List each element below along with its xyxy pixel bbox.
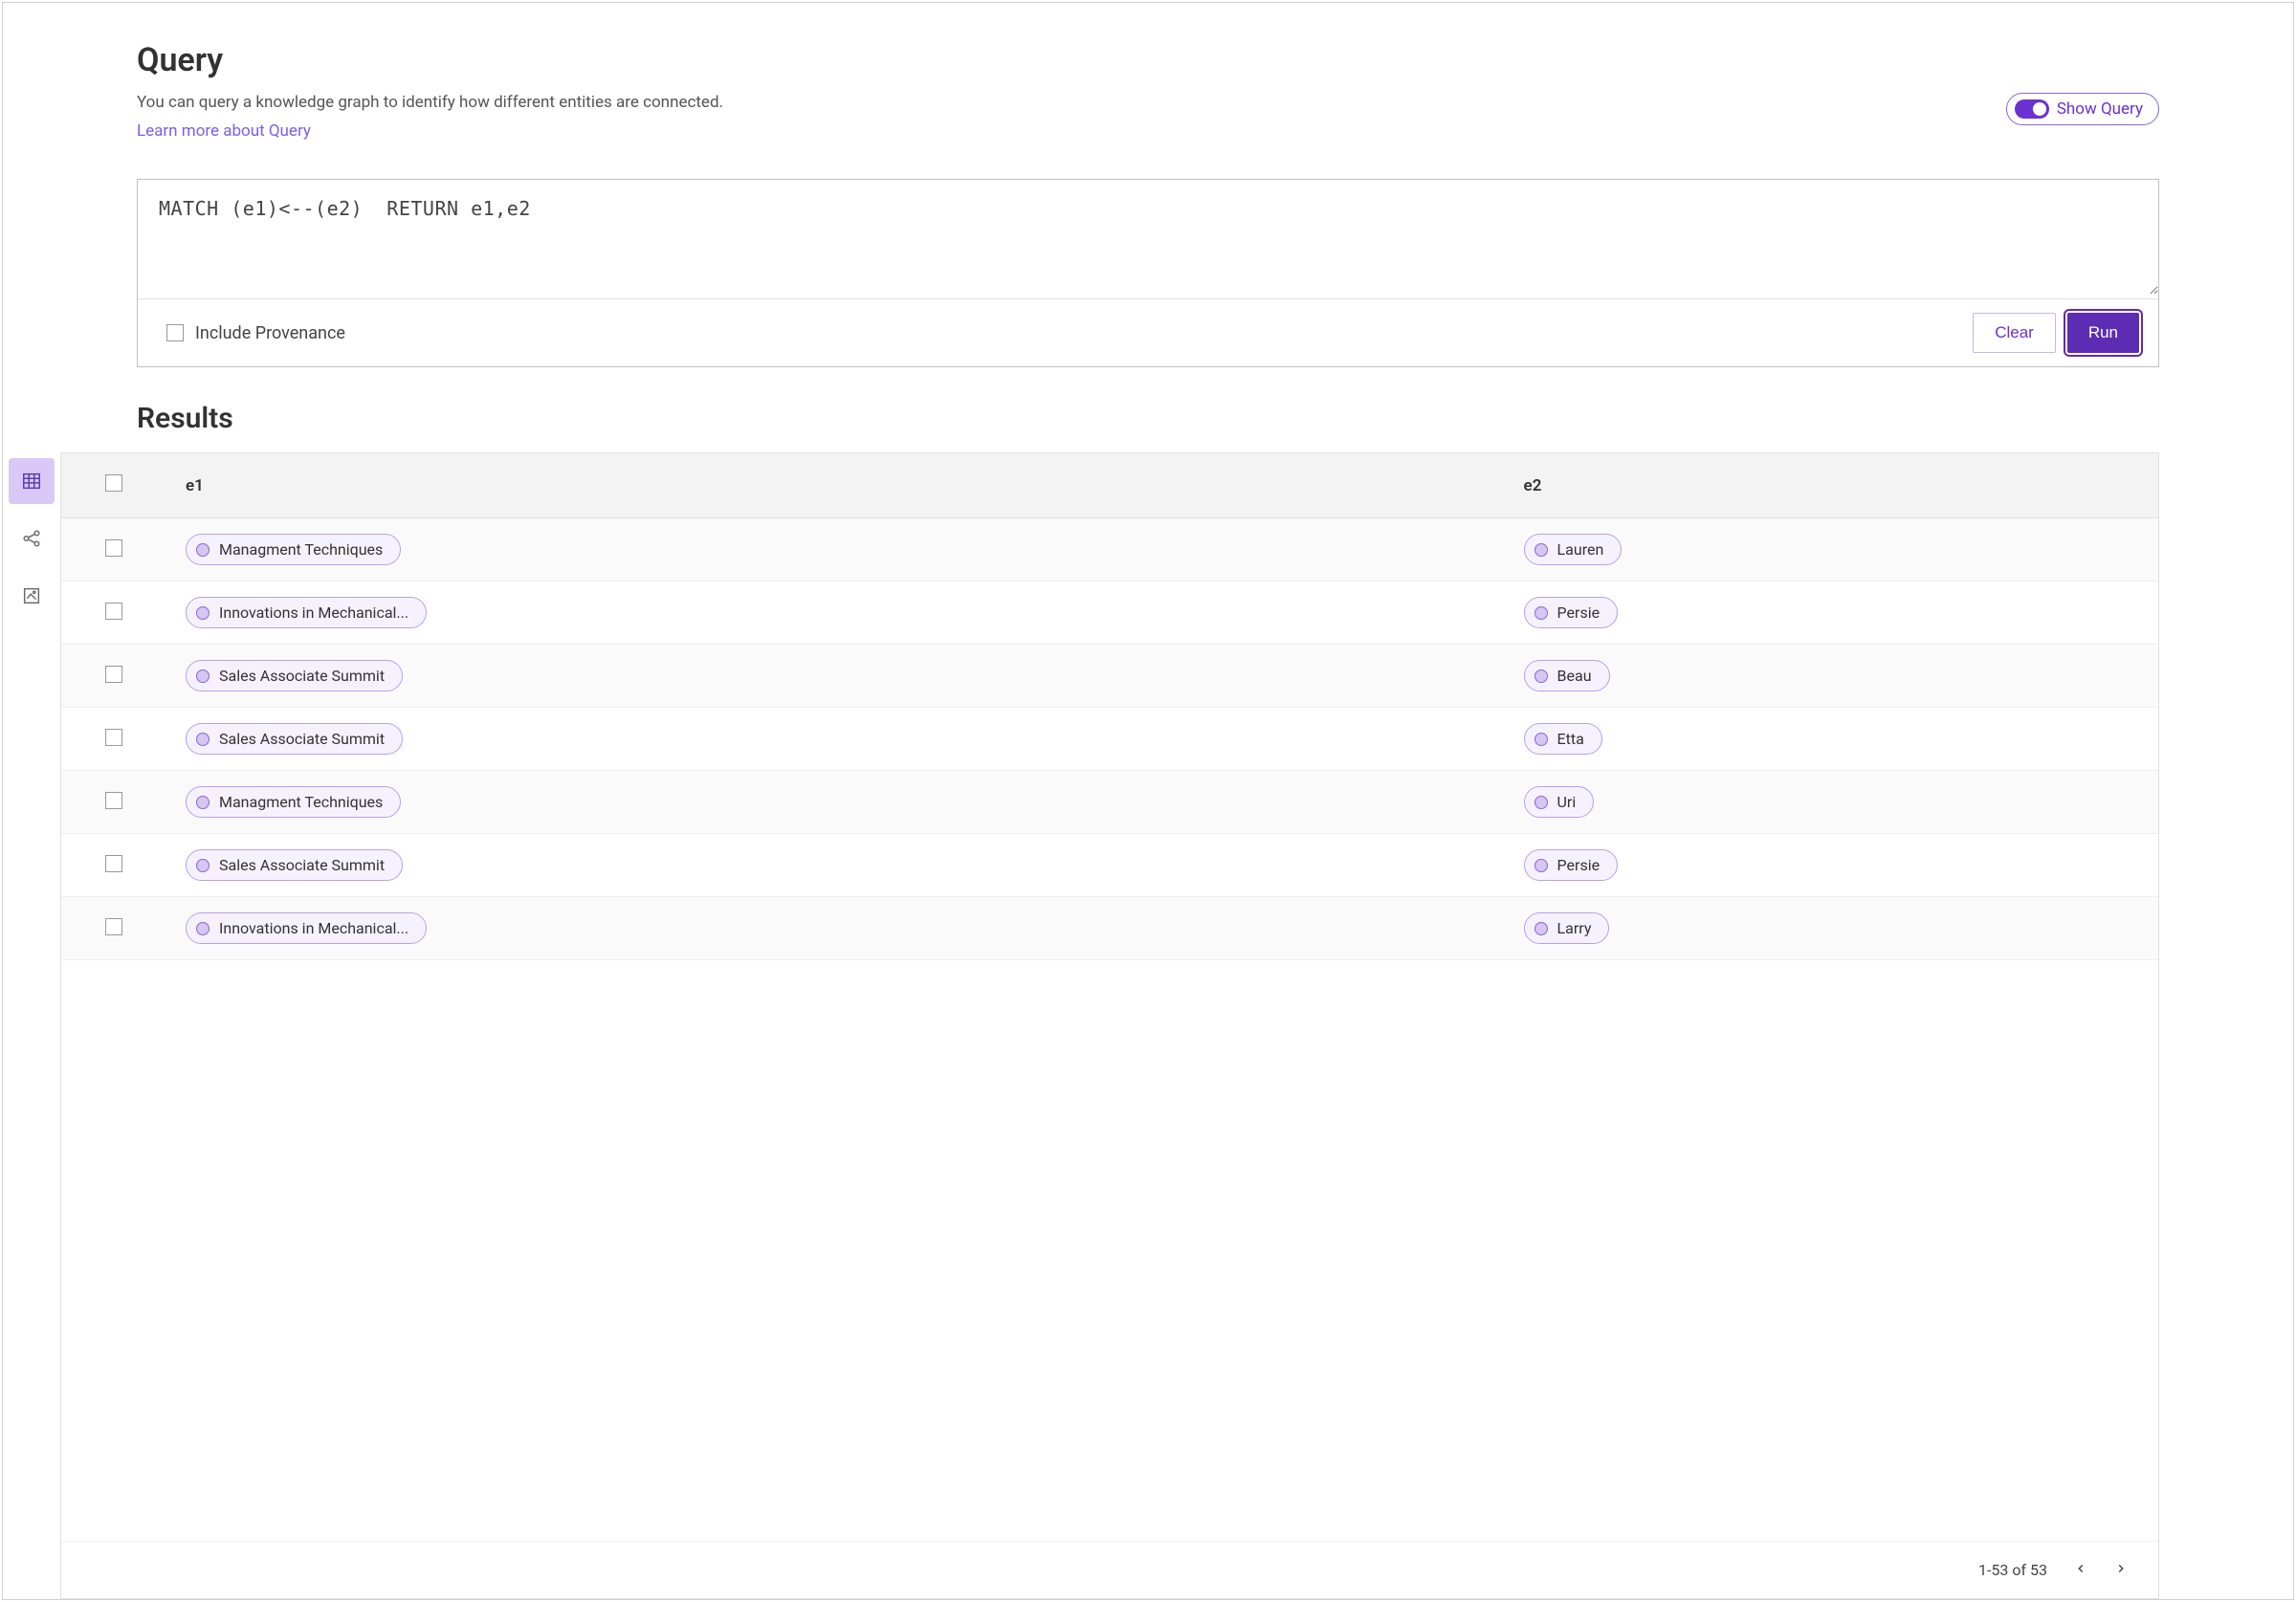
- run-button[interactable]: Run: [2067, 313, 2139, 353]
- chevron-right-icon: [2114, 1562, 2128, 1575]
- entity-pill-label: Sales Associate Summit: [219, 730, 385, 748]
- entity-pill-label: Sales Associate Summit: [219, 667, 385, 685]
- entity-dot-icon: [196, 859, 210, 872]
- entity-pill-label: Beau: [1557, 667, 1592, 685]
- pager-prev[interactable]: [2074, 1561, 2087, 1579]
- table-row: Managment Techniques Lauren: [61, 518, 2158, 582]
- entity-pill-label: Persie: [1557, 856, 1601, 874]
- select-all-checkbox[interactable]: [105, 474, 122, 492]
- entity-pill[interactable]: Managment Techniques: [186, 534, 401, 565]
- entity-pill-label: Etta: [1557, 730, 1584, 748]
- query-box: Include Provenance Clear Run: [137, 179, 2159, 367]
- query-input[interactable]: [138, 180, 2158, 295]
- column-header-e2[interactable]: e2: [1505, 453, 2158, 518]
- row-checkbox[interactable]: [105, 918, 122, 935]
- entity-pill[interactable]: Managment Techniques: [186, 786, 401, 818]
- results-pager: 1-53 of 53: [61, 1541, 2158, 1598]
- preview-icon: [21, 585, 42, 606]
- table-row: Sales Associate Summit Etta: [61, 708, 2158, 771]
- entity-pill-label: Innovations in Mechanical...: [219, 603, 408, 622]
- entity-pill-label: Managment Techniques: [219, 793, 383, 811]
- include-provenance-checkbox[interactable]: Include Provenance: [166, 323, 345, 343]
- pager-next[interactable]: [2114, 1561, 2128, 1579]
- sidebar-view-preview[interactable]: [9, 573, 55, 619]
- chevron-left-icon: [2074, 1562, 2087, 1575]
- view-mode-sidebar: [3, 452, 60, 1599]
- sidebar-view-table[interactable]: [9, 458, 55, 504]
- graph-icon: [21, 528, 42, 549]
- entity-dot-icon: [196, 669, 210, 683]
- checkbox-icon: [166, 324, 184, 341]
- row-checkbox[interactable]: [105, 666, 122, 683]
- entity-pill-label: Lauren: [1557, 540, 1604, 559]
- entity-dot-icon: [1534, 796, 1548, 809]
- row-checkbox[interactable]: [105, 539, 122, 557]
- entity-pill[interactable]: Uri: [1524, 786, 1595, 818]
- clear-button[interactable]: Clear: [1973, 313, 2056, 353]
- entity-pill[interactable]: Sales Associate Summit: [186, 849, 403, 881]
- entity-pill[interactable]: Larry: [1524, 912, 1610, 944]
- learn-more-link[interactable]: Learn more about Query: [137, 121, 311, 141]
- column-header-e1[interactable]: e1: [166, 453, 1505, 518]
- entity-pill[interactable]: Etta: [1524, 723, 1602, 755]
- page-subtitle: You can query a knowledge graph to ident…: [137, 93, 2006, 112]
- entity-pill[interactable]: Sales Associate Summit: [186, 723, 403, 755]
- entity-dot-icon: [1534, 606, 1548, 620]
- results-title: Results: [137, 402, 2159, 435]
- row-checkbox[interactable]: [105, 792, 122, 809]
- table-row: Innovations in Mechanical... Larry: [61, 897, 2158, 960]
- entity-pill-label: Uri: [1557, 793, 1577, 811]
- entity-pill[interactable]: Innovations in Mechanical...: [186, 597, 427, 628]
- entity-pill-label: Persie: [1557, 603, 1601, 622]
- entity-pill-label: Managment Techniques: [219, 540, 383, 559]
- entity-dot-icon: [1534, 859, 1548, 872]
- entity-dot-icon: [196, 922, 210, 935]
- page-title: Query: [137, 41, 2159, 79]
- sidebar-view-graph[interactable]: [9, 516, 55, 561]
- entity-pill[interactable]: Persie: [1524, 597, 1619, 628]
- show-query-toggle[interactable]: Show Query: [2006, 93, 2159, 125]
- entity-pill[interactable]: Lauren: [1524, 534, 1623, 565]
- entity-dot-icon: [196, 796, 210, 809]
- entity-dot-icon: [1534, 669, 1548, 683]
- table-row: Sales Associate Summit Beau: [61, 645, 2158, 708]
- results-table: e1 e2 Managment Techniques Lauren Innovati…: [60, 452, 2159, 1599]
- show-query-label: Show Query: [2057, 99, 2143, 119]
- entity-pill[interactable]: Beau: [1524, 660, 1610, 691]
- row-checkbox[interactable]: [105, 603, 122, 620]
- table-row: Sales Associate Summit Persie: [61, 834, 2158, 897]
- toggle-switch-icon: [2015, 99, 2049, 119]
- entity-pill-label: Sales Associate Summit: [219, 856, 385, 874]
- entity-dot-icon: [196, 543, 210, 557]
- entity-pill[interactable]: Sales Associate Summit: [186, 660, 403, 691]
- entity-dot-icon: [196, 606, 210, 620]
- entity-dot-icon: [196, 733, 210, 746]
- pager-text: 1-53 of 53: [1978, 1561, 2047, 1579]
- entity-dot-icon: [1534, 543, 1548, 557]
- entity-pill[interactable]: Innovations in Mechanical...: [186, 912, 427, 944]
- entity-pill[interactable]: Persie: [1524, 849, 1619, 881]
- row-checkbox[interactable]: [105, 729, 122, 746]
- table-row: Innovations in Mechanical... Persie: [61, 582, 2158, 645]
- include-provenance-label: Include Provenance: [195, 323, 345, 343]
- entity-pill-label: Larry: [1557, 919, 1592, 937]
- row-checkbox[interactable]: [105, 855, 122, 872]
- entity-dot-icon: [1534, 733, 1548, 746]
- table-row: Managment Techniques Uri: [61, 771, 2158, 834]
- entity-pill-label: Innovations in Mechanical...: [219, 919, 408, 937]
- entity-dot-icon: [1534, 922, 1548, 935]
- table-icon: [21, 471, 42, 492]
